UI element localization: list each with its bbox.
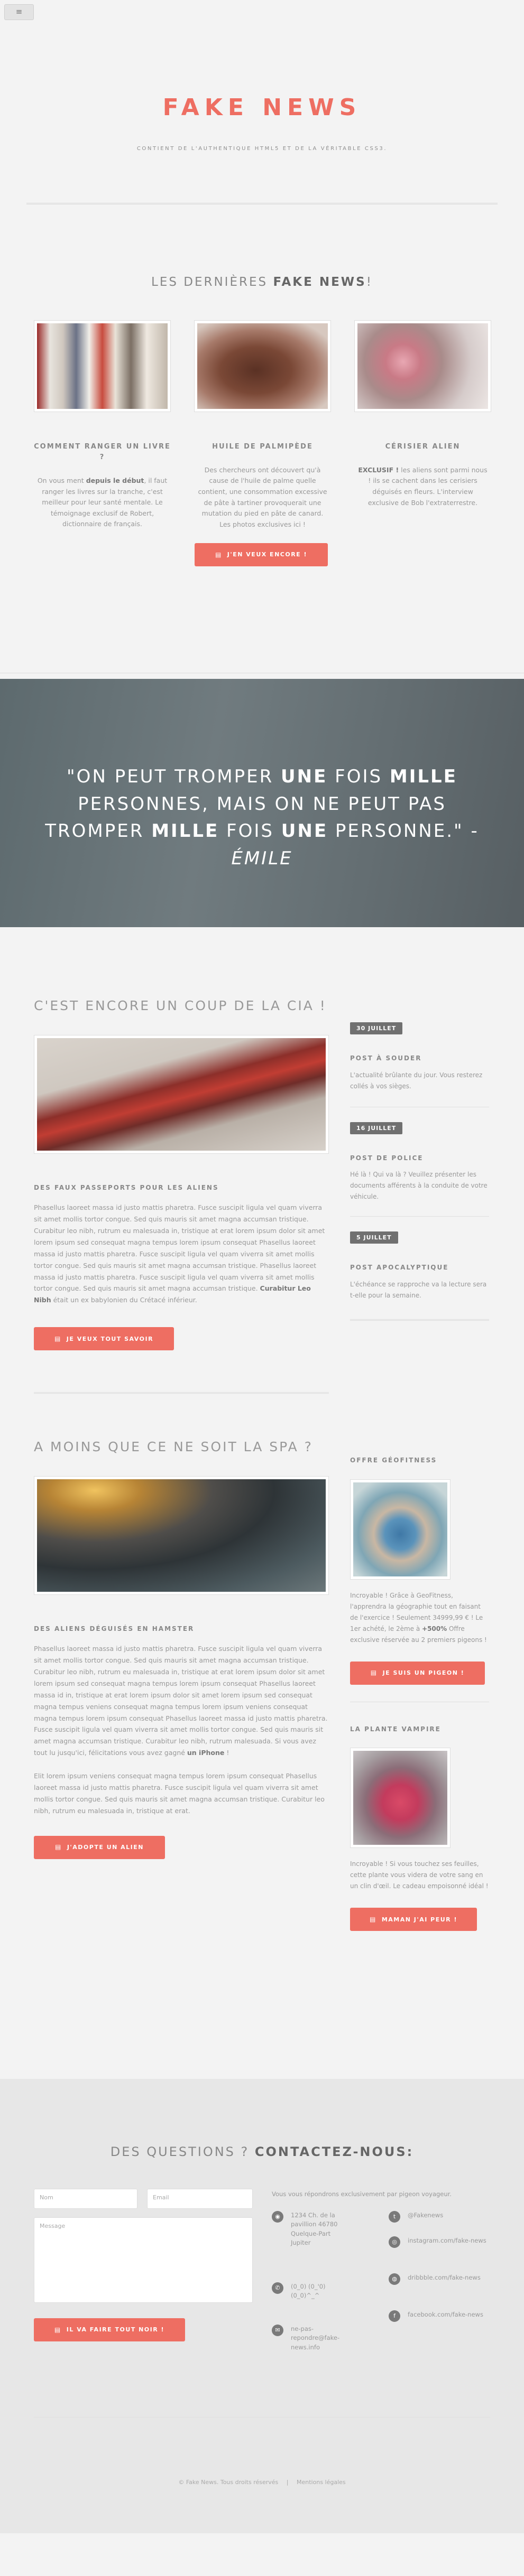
article-title: A MOINS QUE CE NE SOIT LA SPA ? (34, 1439, 313, 1454)
document-icon: ▤ (54, 1843, 62, 1851)
copyright: © Fake News. Tous droits réservés (178, 2479, 279, 2486)
article-body: Phasellus laoreet massa id justo mattis … (34, 1203, 325, 1304)
document-icon: ▤ (370, 1669, 378, 1677)
sidebar-offers: OFFRE GÉOFITNESS Incroyable ! Grâce à Ge… (350, 1455, 489, 1931)
post-title[interactable]: POST DE POLICE (350, 1153, 489, 1163)
divider (34, 1392, 329, 1394)
phone-info: ✆ (0_0) (0_'0) (0_0)^_^ (272, 2282, 351, 2301)
pigeon-button[interactable]: ▤ JE SUIS UN PIGEON ! (350, 1661, 485, 1685)
post-text: Hé là ! Qui va là ? Veuillez présenter l… (350, 1171, 488, 1201)
main-content: C'EST ENCORE UN COUP DE LA CIA ! DES FAU… (0, 927, 524, 2079)
email-field[interactable]: Email (147, 2189, 253, 2209)
contact-title: DES QUESTIONS ? CONTACTEZ-NOUS: (110, 2144, 414, 2159)
dribbble-link[interactable]: ◍ dribbble.com/fake-news (389, 2273, 489, 2285)
article-body: Phasellus laoreet massa id justo mattis … (34, 1645, 328, 1757)
card-text: Des chercheurs ont découvert qu'à cause … (198, 465, 327, 528)
cherry-blossom-image[interactable] (354, 320, 491, 412)
card-title: HUILE DE PALMIPÈDE (212, 442, 313, 451)
quote-text: "ON PEUT TROMPER UNE FOIS MILLE PERSONNE… (45, 766, 479, 870)
email-info[interactable]: ✉ ne-pas-repondre@fake-news.info (272, 2325, 341, 2352)
post-item: 16 JUILLET POST DE POLICE Hé là ! Qui va… (350, 1122, 489, 1217)
article-subtitle: DES FAUX PASSEPORTS POUR LES ALIENS (34, 1183, 219, 1191)
twitter-icon: t (389, 2211, 400, 2223)
offer-title: OFFRE GÉOFITNESS (350, 1457, 437, 1464)
card-text: On vous ment depuis le début, il faut ra… (37, 476, 168, 528)
plant-image[interactable] (350, 1748, 451, 1849)
card-title: COMMENT RANGER UN LIVRE ? (34, 442, 171, 461)
facebook-icon: f (389, 2310, 400, 2322)
post-title[interactable]: POST APOCALYPTIQUE (350, 1263, 489, 1273)
location-icon: ◉ (272, 2211, 283, 2223)
twitter-link[interactable]: t @Fakenews (389, 2211, 489, 2223)
article-body: Elit lorem ipsum veniens consequat magna… (34, 1772, 325, 1815)
address-info: ◉ 1234 Ch. de la pavillion 46780 Quelque-… (272, 2211, 341, 2247)
contact-note: Vous vous répondrons exclusivement par p… (272, 2190, 452, 2198)
card-text: EXCLUSIF ! les aliens sont parmi nous ! … (358, 465, 488, 507)
offer-text: Incroyable ! Si vous touchez ses feuille… (350, 1860, 489, 1890)
post-item: 5 JUILLET POST APOCALYPTIQUE L'échéance … (350, 1231, 489, 1321)
article-cia: C'EST ENCORE UN COUP DE LA CIA ! DES FAU… (34, 996, 329, 1351)
divider (34, 2417, 490, 2418)
divider (0, 673, 524, 674)
document-icon: ▤ (54, 1334, 61, 1342)
offer-text: Incroyable ! Grâce à GeoFitness, l'appre… (350, 1591, 487, 1644)
send-button[interactable]: ▤ IL VA FAIRE TOUT NOIR ! (34, 2318, 185, 2341)
recent-news-section: LES DERNIÈRES FAKE NEWS! COMMENT RANGER … (0, 209, 524, 679)
divider (26, 203, 498, 204)
scared-button[interactable]: ▤ MAMAN J'AI PEUR ! (350, 1908, 477, 1931)
news-card: HUILE DE PALMIPÈDE Des chercheurs ont dé… (194, 320, 331, 530)
adopt-alien-button[interactable]: ▤ J'ADOPTE UN ALIEN (34, 1835, 165, 1859)
phone-icon: ✆ (272, 2282, 283, 2294)
section-title: LES DERNIÈRES FAKE NEWS! (151, 275, 373, 289)
article-spa: A MOINS QUE CE NE SOIT LA SPA ? DES ALIE… (34, 1437, 329, 1859)
know-all-button[interactable]: ▤ JE VEUX TOUT SAVOIR (34, 1327, 174, 1351)
site-header: FAKE NEWS CONTIENT DE L'AUTHENTIQUE HTML… (0, 0, 524, 209)
date-badge: 30 JUILLET (350, 1022, 403, 1035)
globe-image[interactable] (350, 1479, 451, 1580)
instagram-icon: ◎ (389, 2236, 400, 2248)
post-title[interactable]: POST À SOUDER (350, 1053, 489, 1063)
post-item: 30 JUILLET POST À SOUDER L'actualité brû… (350, 1022, 489, 1107)
news-card: COMMENT RANGER UN LIVRE ? On vous ment d… (34, 320, 171, 530)
more-news-button[interactable]: ▤ J'EN VEUX ENCORE ! (195, 543, 328, 566)
article-subtitle: DES ALIENS DÉGUISÉS EN HAMSTER (34, 1625, 195, 1632)
passport-image[interactable] (34, 1034, 329, 1154)
message-field[interactable]: Message (34, 2217, 253, 2303)
dribbble-icon: ◍ (389, 2273, 400, 2285)
footer: © Fake News. Tous droits réservés | Ment… (0, 2478, 524, 2487)
document-icon: ▤ (54, 2326, 61, 2334)
document-icon: ▤ (369, 1915, 376, 1923)
vinyl-image[interactable] (34, 1476, 329, 1595)
post-text: L'échéance se rapproche va la lecture se… (350, 1280, 487, 1299)
instagram-link[interactable]: ◎ instagram.com/fake-news (389, 2236, 489, 2248)
envelope-icon: ✉ (272, 2325, 283, 2336)
chocolate-image[interactable] (194, 320, 331, 412)
offer-title: LA PLANTE VAMPIRE (350, 1725, 441, 1733)
article-title: C'EST ENCORE UN COUP DE LA CIA ! (34, 998, 327, 1013)
quote-banner: "ON PEUT TROMPER UNE FOIS MILLE PERSONNE… (0, 673, 524, 927)
date-badge: 16 JUILLET (350, 1122, 403, 1134)
facebook-link[interactable]: f facebook.com/fake-news (389, 2310, 489, 2322)
sidebar-posts: 30 JUILLET POST À SOUDER L'actualité brû… (350, 1022, 489, 1321)
card-title: CÉRISIER ALIEN (385, 442, 461, 451)
tagline: CONTIENT DE L'AUTHENTIQUE HTML5 ET DE LA… (136, 146, 388, 152)
contact-section: DES QUESTIONS ? CONTACTEZ-NOUS: Nom Emai… (0, 2079, 524, 2533)
legal-link[interactable]: Mentions légales (297, 2479, 346, 2486)
post-text: L'actualité brûlante du jour. Vous reste… (350, 1071, 483, 1090)
site-logo: FAKE NEWS (162, 94, 362, 121)
name-field[interactable]: Nom (34, 2189, 137, 2209)
footer-separator: | (286, 2479, 289, 2486)
news-card: CÉRISIER ALIEN EXCLUSIF ! les aliens son… (354, 320, 491, 530)
document-icon: ▤ (215, 550, 222, 558)
books-image[interactable] (34, 320, 171, 412)
date-badge: 5 JUILLET (350, 1231, 398, 1244)
